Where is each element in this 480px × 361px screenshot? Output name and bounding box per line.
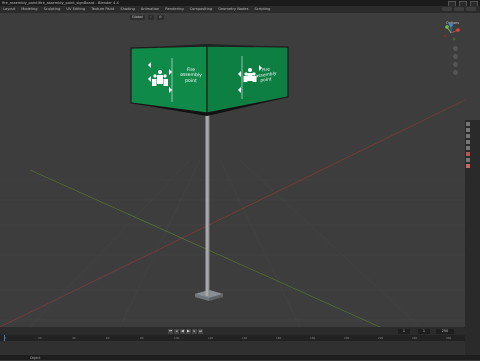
frame-tick: 120 <box>208 335 214 340</box>
jump-end-icon[interactable]: ⏭ <box>198 328 203 334</box>
z-axis-icon <box>449 23 453 27</box>
status-bar: Object <box>0 355 480 360</box>
prev-keyframe-icon[interactable]: ◂ <box>174 328 179 334</box>
frame-tick: 240 <box>412 335 418 340</box>
workspace-tab[interactable]: Layout <box>0 6 18 13</box>
tool-properties-icon[interactable] <box>466 122 470 126</box>
frame-tick: 220 <box>378 335 384 340</box>
workspace-tab[interactable]: Scripting <box>251 6 273 13</box>
workspace-tab[interactable]: Compositing <box>187 6 216 13</box>
proportional-edit-toggle[interactable]: ⊙ <box>156 14 164 20</box>
workspace-tab[interactable]: Texture Paint <box>88 6 117 13</box>
output-properties-icon[interactable] <box>466 134 470 138</box>
frame-tick: 140 <box>242 335 248 340</box>
floor-grid <box>0 159 480 327</box>
timeline-header: ⏮ ◂ ◀ ▶ ▸ ⏭ 1 1 250 <box>0 327 465 335</box>
render-chip[interactable] <box>466 7 476 11</box>
workspace-tab[interactable]: Shading <box>117 6 138 13</box>
frame-tick: 20 <box>38 335 42 340</box>
scene-chip[interactable] <box>442 7 452 11</box>
frame-tick: 260 <box>446 335 452 340</box>
view-layer-icon[interactable] <box>466 140 470 144</box>
frame-tick: 80 <box>140 335 144 340</box>
viewport-scene <box>0 44 480 327</box>
workspace-tab[interactable]: Modeling <box>18 6 40 13</box>
frame-tick: 160 <box>276 335 282 340</box>
workspace-tab[interactable]: Animation <box>138 6 162 13</box>
properties-tab-strip <box>465 120 480 360</box>
x-axis-icon <box>456 28 460 32</box>
sign-line-3: point <box>185 78 197 85</box>
world-properties-icon[interactable] <box>466 152 470 156</box>
timeline-area[interactable] <box>0 341 465 355</box>
frame-tick: 40 <box>72 335 76 340</box>
sign-text-left: Fire assembly point <box>178 68 204 85</box>
camera-view-icon[interactable] <box>453 62 458 67</box>
render-properties-icon[interactable] <box>466 128 470 132</box>
frame-tick: 200 <box>344 335 350 340</box>
workspace-tab[interactable]: Geometry Nodes <box>215 6 251 13</box>
window-title: fire_assembly_point/fire_assembly_point_… <box>2 1 119 5</box>
snap-toggle[interactable]: ◦ <box>147 14 154 20</box>
viewport-header: Global ◦ ⊙ <box>0 13 465 21</box>
workspace-tabs-bar: Layout Modeling Sculpting UV Editing Tex… <box>0 6 480 13</box>
pan-hand-icon[interactable] <box>453 54 458 59</box>
scene-properties-icon[interactable] <box>466 146 470 150</box>
workspace-tab[interactable]: Rendering <box>162 6 186 13</box>
play-icon[interactable]: ▶ <box>186 328 191 334</box>
frame-tick: 60 <box>106 335 110 340</box>
current-frame-field[interactable]: 1 <box>398 328 410 334</box>
jump-start-icon[interactable]: ⏮ <box>168 328 173 334</box>
playback-controls: ⏮ ◂ ◀ ▶ ▸ ⏭ <box>168 328 203 334</box>
zoom-icon[interactable] <box>453 46 458 51</box>
object-properties-icon[interactable] <box>466 158 470 162</box>
perspective-grid-icon[interactable] <box>453 70 458 75</box>
3d-viewport[interactable]: Fire assembly point Fire assembly point <box>0 13 480 327</box>
x-axis-line <box>0 99 466 327</box>
scene-selector <box>442 7 476 11</box>
end-frame-field[interactable]: 250 <box>436 328 454 334</box>
view-layer-chip[interactable] <box>454 7 464 11</box>
workspace-tab[interactable]: UV Editing <box>63 6 88 13</box>
y-axis-line <box>29 169 381 327</box>
start-frame-field[interactable]: 1 <box>418 328 430 334</box>
play-reverse-icon[interactable]: ◀ <box>180 328 185 334</box>
viewport-nav-buttons <box>453 46 458 75</box>
modifier-properties-icon[interactable] <box>466 164 470 168</box>
transform-orientation-dropdown[interactable]: Global <box>130 14 145 20</box>
workspace-tab[interactable]: Sculpting <box>41 6 64 13</box>
frame-tick: 180 <box>310 335 316 340</box>
navigation-gizmo[interactable] <box>440 22 462 44</box>
y-axis-icon <box>445 25 449 29</box>
next-keyframe-icon[interactable]: ▸ <box>192 328 197 334</box>
status-text: Object <box>30 356 41 360</box>
frame-tick: 100 <box>174 335 180 340</box>
